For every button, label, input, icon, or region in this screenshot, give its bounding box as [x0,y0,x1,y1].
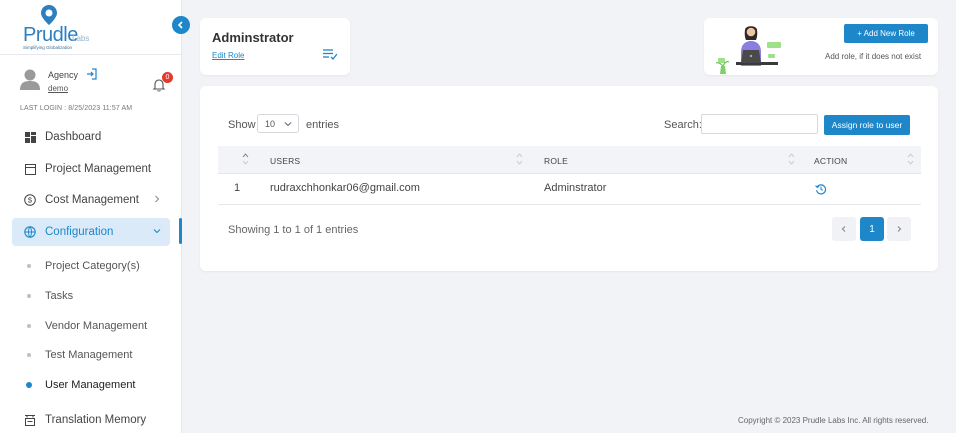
column-header-action[interactable]: ACTION [814,156,847,166]
table-header: USERS ROLE ACTION [218,146,921,174]
sidebar-subitem-user-management[interactable]: User Management [24,375,174,395]
username-link[interactable]: demo [48,84,68,93]
selected-dot [26,382,32,388]
logo-suffix: Labs [72,34,90,43]
row-role: Adminstrator [544,182,607,194]
last-login-text: LAST LOGIN : 8/25/2023 11:57 AM [20,105,133,112]
sidebar-subitem-label: Project Category(s) [45,260,140,272]
sidebar-subitem-project-category[interactable]: Project Category(s) [24,256,174,276]
history-icon[interactable] [815,183,827,195]
sidebar-item-label: Configuration [45,226,114,238]
chevron-down-icon [284,122,292,127]
assign-role-button[interactable]: Assign role to user [824,115,910,135]
page-size-select[interactable]: 10 [257,114,299,133]
svg-text:$: $ [28,196,33,205]
logo-text: Prudle [23,24,78,46]
row-user-email: rudraxchhonkar06@gmail.com [270,182,420,194]
sidebar-subitem-label: Vendor Management [45,320,148,332]
entries-label: entries [306,119,340,131]
sort-icon[interactable] [516,152,523,166]
user-avatar-icon [20,69,40,90]
config-icon [24,226,36,238]
sidebar-item-dashboard[interactable]: Dashboard [12,123,170,151]
chevron-left-icon [841,226,846,232]
logo-tagline: Simplifying Globalization [23,45,73,50]
sidebar-item-label: Cost Management [45,194,139,206]
search-input[interactable] [701,114,818,134]
table-row: 1 rudraxchhonkar06@gmail.com Adminstrato… [218,174,921,205]
sort-icon[interactable] [788,152,795,166]
sidebar-divider [0,54,182,55]
chevron-right-icon [155,195,160,203]
search-label: Search: [664,119,702,131]
sidebar-item-translation-memory[interactable]: Translation Memory [12,406,170,433]
sidebar-subitem-vendor-management[interactable]: Vendor Management [24,316,174,336]
row-index: 1 [234,182,241,194]
role-header-card: Adminstrator Edit Role [200,18,350,75]
dashboard-icon [24,131,36,143]
logo-pin-icon [41,5,57,25]
sidebar-subitem-label: Test Management [45,349,133,361]
chevron-right-icon [897,226,902,232]
sidebar-item-project-management[interactable]: Project Management [12,155,170,183]
column-header-users[interactable]: USERS [270,156,300,166]
add-role-hint: Add role, if it does not exist [825,52,922,61]
pagination-summary: Showing 1 to 1 of 1 entries [228,224,359,236]
bullet-dot [27,294,31,298]
add-new-role-button[interactable]: + Add New Role [844,24,928,43]
person-laptop-illustration [715,26,781,74]
sidebar-item-cost-management[interactable]: $ Cost Management [12,186,170,214]
prev-page-button[interactable] [832,217,856,241]
active-indicator [179,218,182,244]
dollar-icon: $ [24,194,36,206]
next-page-button[interactable] [887,217,911,241]
footer-copyright: Copyright © 2023 Prudle Labs Inc. All ri… [738,416,929,425]
sidebar-item-label: Translation Memory [45,414,147,426]
chevron-left-icon [177,21,183,29]
prudle-logo[interactable]: Prudle Labs Simplifying Globalization [20,4,110,50]
column-header-role[interactable]: ROLE [544,156,568,166]
show-label: Show [228,119,256,131]
memory-icon [24,414,36,426]
notification-count-badge: 0 [162,72,173,83]
collapse-sidebar-button[interactable] [172,16,190,34]
add-role-card: + Add New Role Add role, if it does not … [704,18,938,75]
bullet-dot [27,264,31,268]
sidebar: Prudle Labs Simplifying Globalization Ag… [0,0,182,433]
list-edit-icon[interactable] [323,48,337,60]
switch-login-icon[interactable] [86,68,98,80]
chevron-down-icon [153,229,161,234]
sidebar-item-configuration[interactable]: Configuration [12,218,170,246]
sidebar-item-label: Dashboard [45,131,102,143]
page-size-value: 10 [265,118,276,129]
users-table-card: Show 10 entries Search: Assign role to u… [200,86,938,271]
window-icon [24,163,36,175]
page-title: Adminstrator [212,30,294,45]
sidebar-subitem-label: User Management [45,379,136,391]
edit-role-link[interactable]: Edit Role [212,51,244,60]
user-role-label: Agency [48,70,79,80]
bullet-dot [27,324,31,328]
sidebar-subitem-label: Tasks [45,290,74,302]
sidebar-subitem-tasks[interactable]: Tasks [24,286,174,306]
sort-icon[interactable] [907,152,914,166]
bullet-dot [27,353,31,357]
sidebar-item-label: Project Management [45,163,152,175]
sort-icon[interactable] [242,152,249,166]
page-1-button[interactable]: 1 [860,217,884,241]
sidebar-subitem-test-management[interactable]: Test Management [24,345,174,365]
